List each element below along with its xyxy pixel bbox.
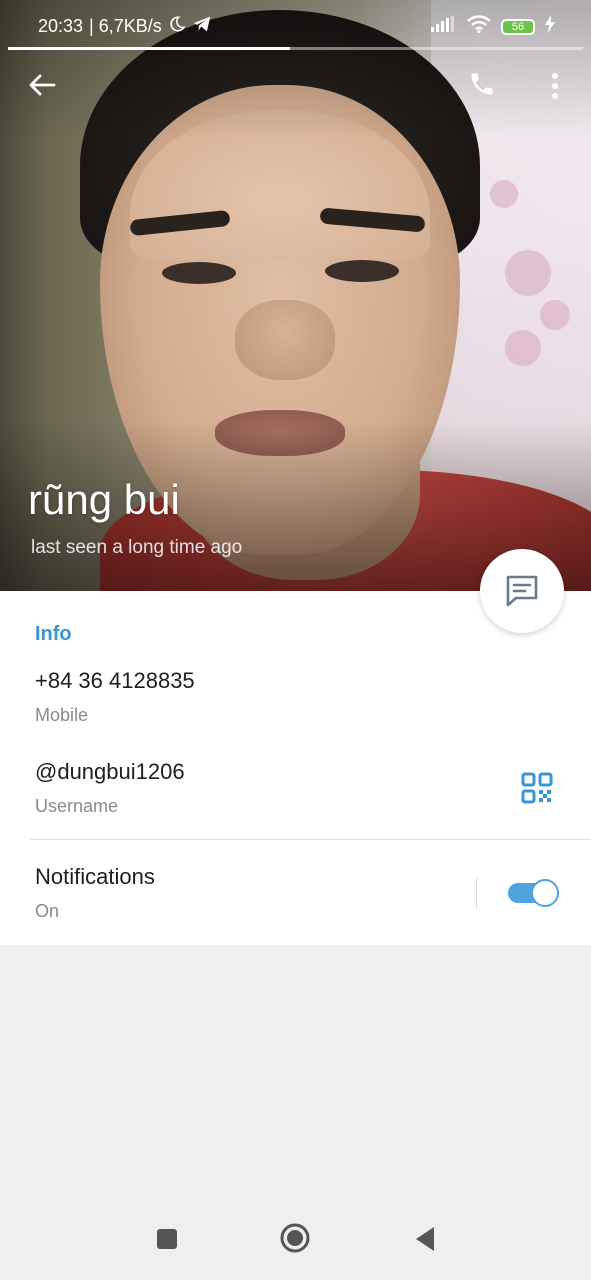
message-icon bbox=[506, 575, 538, 607]
curtain-flower bbox=[490, 180, 518, 208]
info-section-title: Info bbox=[35, 623, 72, 645]
notifications-title: Notifications bbox=[35, 864, 155, 889]
username-label: Username bbox=[35, 796, 119, 816]
left-eye bbox=[162, 262, 236, 284]
notifications-status: On bbox=[35, 901, 60, 921]
back-nav-button[interactable] bbox=[408, 1222, 442, 1256]
toggle-knob bbox=[531, 879, 559, 907]
story-progress bbox=[8, 47, 583, 50]
back-button[interactable] bbox=[22, 65, 62, 105]
profile-name: rũng bui bbox=[28, 476, 180, 523]
qr-code-icon bbox=[521, 772, 553, 804]
status-right: 56 bbox=[431, 15, 555, 38]
right-eye bbox=[325, 260, 399, 282]
home-circle-icon bbox=[280, 1223, 310, 1253]
divider bbox=[30, 839, 591, 840]
phone-icon bbox=[471, 73, 493, 95]
moon-icon bbox=[168, 15, 186, 38]
charging-icon bbox=[545, 15, 555, 38]
nose bbox=[235, 300, 335, 380]
network-speed: | 6,7KB/s bbox=[89, 16, 162, 36]
status-left: 20:33 | 6,7KB/s bbox=[38, 15, 212, 38]
story-progress-fill bbox=[8, 47, 290, 50]
recents-button[interactable] bbox=[150, 1222, 184, 1256]
curtain-flower bbox=[540, 300, 570, 330]
vertical-divider bbox=[476, 877, 477, 909]
more-options-button[interactable] bbox=[540, 66, 570, 106]
phone-number[interactable]: +84 36 4128835 bbox=[35, 668, 195, 694]
wifi-icon bbox=[467, 15, 491, 38]
navigation-bar bbox=[0, 1200, 591, 1280]
call-button[interactable] bbox=[462, 64, 502, 104]
username-value[interactable]: @dungbui1206 bbox=[35, 759, 185, 785]
curtain-flower bbox=[505, 330, 541, 366]
phone-label: Mobile bbox=[35, 705, 89, 725]
battery-level: 56 bbox=[511, 20, 525, 33]
signal-icon bbox=[431, 16, 457, 37]
qr-code-button[interactable] bbox=[521, 772, 553, 809]
profile-status: last seen a long time ago bbox=[31, 537, 243, 558]
notifications-toggle[interactable] bbox=[508, 879, 559, 907]
battery-icon: 56 bbox=[501, 18, 535, 35]
recents-square-icon bbox=[157, 1229, 177, 1249]
home-button[interactable] bbox=[277, 1220, 313, 1256]
telegram-icon bbox=[192, 15, 212, 38]
back-triangle-icon bbox=[416, 1227, 434, 1251]
curtain-flower bbox=[505, 250, 551, 296]
more-vert-icon bbox=[552, 73, 558, 99]
status-time: 20:33 bbox=[38, 16, 84, 36]
status-bar: 20:33 | 6,7KB/s 56 bbox=[0, 0, 591, 52]
back-arrow-icon bbox=[29, 74, 56, 96]
send-message-button[interactable] bbox=[480, 549, 564, 633]
info-card: Info +84 36 4128835 Mobile @dungbui1206 … bbox=[0, 591, 591, 945]
